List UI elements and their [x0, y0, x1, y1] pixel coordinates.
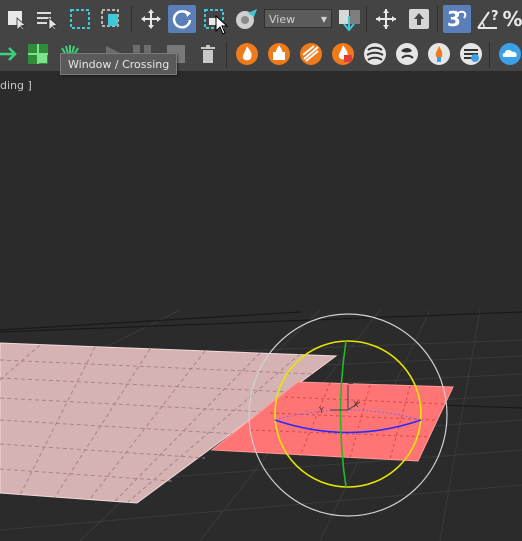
perspective-viewport[interactable]: Z Y X: [0, 71, 522, 541]
percent-snap-label: %: [502, 7, 522, 31]
keyboard-shortcut-override-button[interactable]: [405, 5, 433, 33]
render-iterative-icon[interactable]: [297, 40, 325, 68]
main-toolbar: View ▼ 3 ? %: [0, 0, 522, 39]
select-and-manipulate-button[interactable]: [372, 5, 400, 33]
snaps-toggle-label: 3: [447, 7, 461, 31]
gizmo-z-label: Z: [348, 377, 354, 386]
select-and-rotate-button[interactable]: [168, 5, 196, 33]
toolbar-separator: [489, 42, 490, 68]
render-frame-icon[interactable]: [265, 40, 293, 68]
environment-effects-icon[interactable]: [393, 40, 421, 68]
select-by-name-button[interactable]: [33, 5, 61, 33]
window-crossing-toggle-button[interactable]: [97, 5, 125, 33]
angle-snap-toggle-button[interactable]: ?: [474, 5, 502, 33]
toolbar-separator: [226, 42, 227, 68]
render-setup-icon[interactable]: [425, 40, 453, 68]
flame-render-icon[interactable]: [233, 40, 261, 68]
snaps-toggle-button[interactable]: 3: [443, 5, 471, 33]
svg-text:?: ?: [491, 9, 499, 24]
percent-snap-toggle-button[interactable]: %: [502, 5, 522, 33]
material-editor-icon[interactable]: [361, 40, 389, 68]
select-and-place-button[interactable]: [233, 5, 261, 33]
mouse-cursor-icon: [214, 15, 230, 35]
gizmo-x-label: X: [353, 400, 359, 409]
link-arrow-button[interactable]: [0, 40, 24, 68]
use-pivot-point-center-button[interactable]: [335, 5, 363, 33]
chevron-down-icon: ▼: [320, 15, 327, 24]
reference-coordinate-dropdown[interactable]: View ▼: [264, 9, 332, 28]
trash-icon[interactable]: [194, 40, 222, 68]
rendered-frame-window-icon[interactable]: [457, 40, 485, 68]
cloud-render-icon[interactable]: [496, 40, 522, 68]
toolbar-separator: [366, 6, 367, 32]
select-object-button[interactable]: [2, 5, 30, 33]
render-region-icon[interactable]: [329, 40, 357, 68]
toolbar-separator: [437, 6, 438, 32]
reference-coordinate-value: View: [269, 13, 296, 26]
window-crossing-tooltip: Window / Crossing: [60, 53, 178, 75]
viewport-shading-label[interactable]: ding ]: [0, 79, 32, 92]
toolbar-separator: [131, 6, 132, 32]
gizmo-y-label: Y: [318, 406, 324, 415]
rectangular-selection-region-button[interactable]: [66, 5, 94, 33]
select-and-move-button[interactable]: [137, 5, 165, 33]
schematic-grid-button[interactable]: [24, 40, 52, 68]
